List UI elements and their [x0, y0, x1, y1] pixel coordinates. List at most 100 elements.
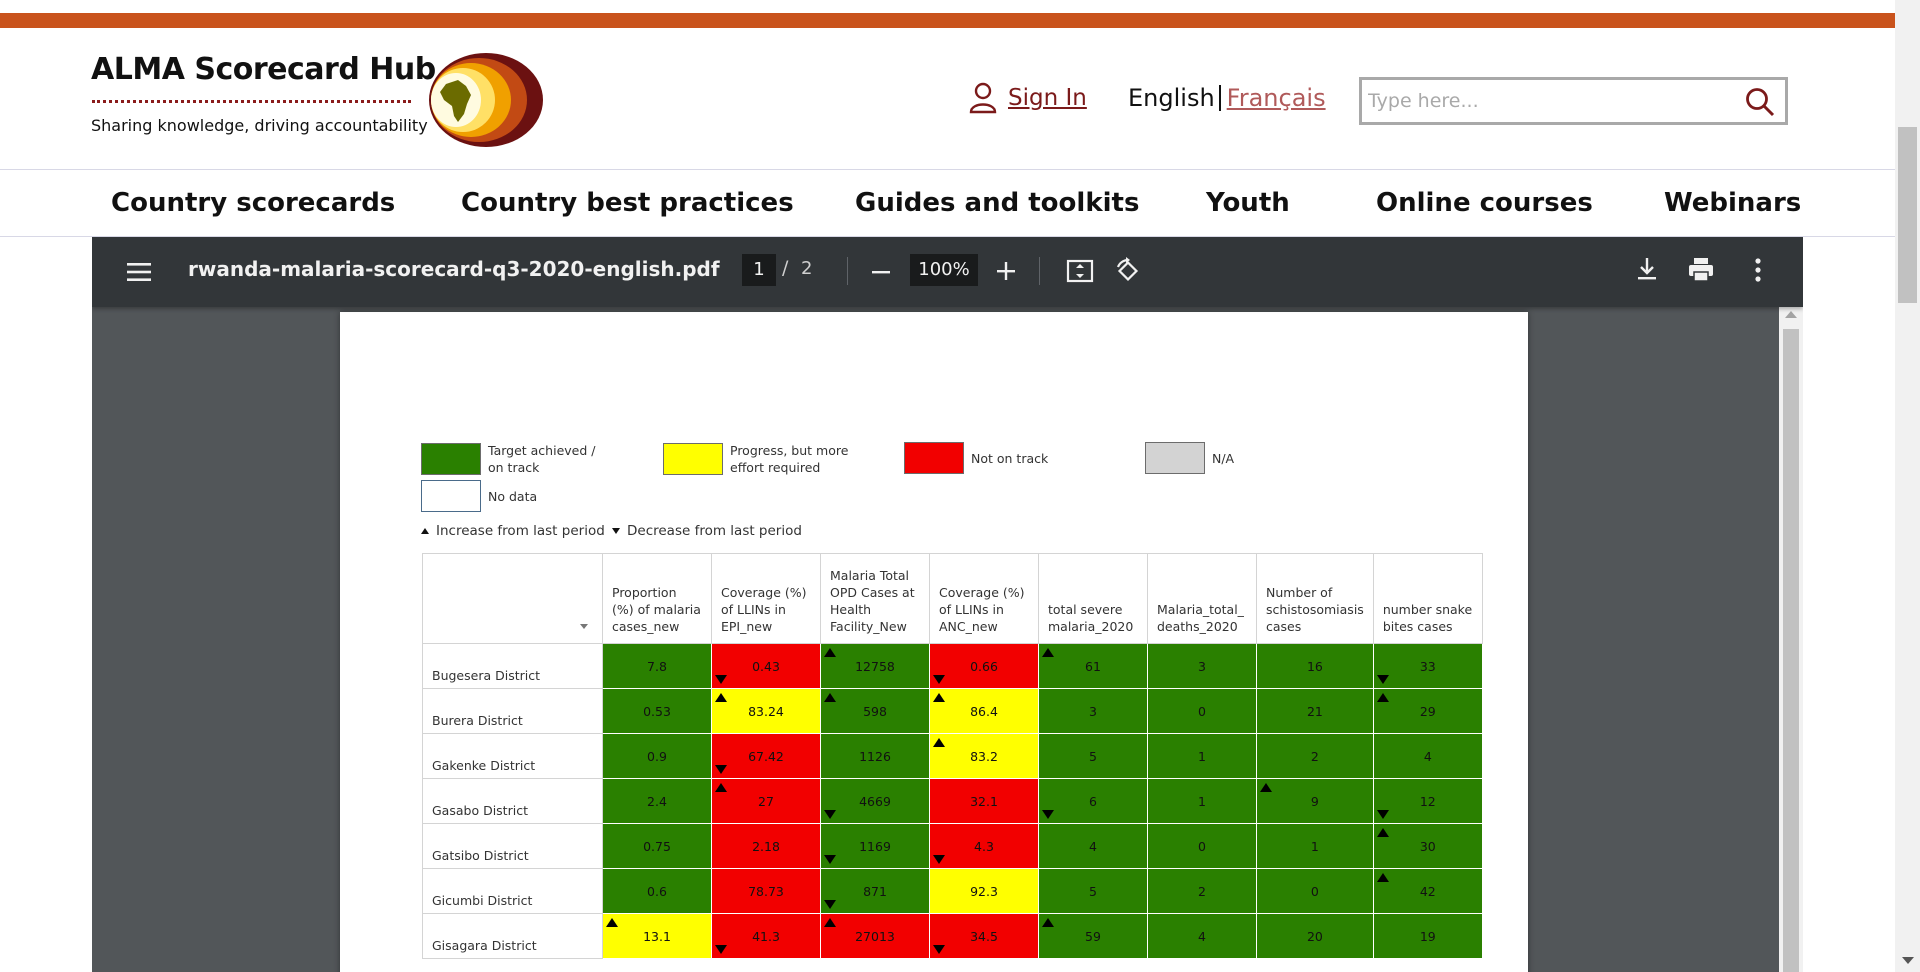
table-header[interactable]: Malaria Total OPD Cases at Health Facili…	[820, 553, 930, 644]
score-cell: 0.66	[929, 643, 1039, 689]
score-value: 0.6	[647, 883, 667, 899]
score-cell: 13.1	[602, 913, 712, 959]
legend-no-data-label: No data	[488, 488, 538, 504]
main-nav: Country scorecards Country best practice…	[0, 171, 1895, 237]
legend-progress-label: Progress, but more effort required	[730, 443, 849, 475]
brand-bar	[0, 13, 1895, 28]
table-header[interactable]: number snake bites cases	[1372, 553, 1483, 644]
language-french[interactable]: Français	[1227, 84, 1326, 112]
search-icon	[1746, 88, 1775, 117]
nav-webinars[interactable]: Webinars	[1664, 188, 1801, 218]
triangle-up-icon	[421, 528, 429, 534]
score-cell: 4	[1372, 733, 1483, 779]
score-value: 12758	[855, 658, 895, 674]
trend-up-icon	[933, 738, 945, 747]
score-value: 4	[1089, 838, 1097, 854]
nav-online-courses[interactable]: Online courses	[1376, 188, 1593, 218]
more-options-icon[interactable]	[1744, 255, 1772, 285]
zoom-out-icon[interactable]	[869, 260, 893, 284]
logo-title[interactable]: ALMA Scorecard Hub	[91, 52, 436, 87]
score-cell: 67.42	[711, 733, 821, 779]
nav-country-best-practices[interactable]: Country best practices	[461, 188, 794, 218]
legend-increase: Increase from last period	[421, 523, 605, 539]
sign-in-label[interactable]: Sign In	[1008, 85, 1087, 111]
legend-progress: Progress, but more effort required	[663, 442, 855, 476]
table-header[interactable]: total severe malaria_2020	[1038, 553, 1148, 644]
score-cell: 1	[1147, 733, 1257, 779]
score-cell: 4	[1147, 913, 1257, 959]
score-value: 33	[1419, 658, 1436, 674]
sign-in-link[interactable]: Sign In	[968, 82, 1087, 114]
score-cell: 0	[1147, 688, 1257, 734]
score-cell: 3	[1147, 643, 1257, 689]
score-value: 0	[1198, 703, 1206, 719]
page-total: 2	[801, 258, 813, 279]
score-value: 0	[1310, 883, 1319, 899]
africa-logo-icon[interactable]	[424, 50, 544, 154]
trend-up-icon	[933, 693, 945, 702]
search-input[interactable]	[1368, 87, 1738, 115]
score-value: 1	[1198, 748, 1206, 764]
score-cell: 16	[1256, 643, 1374, 689]
trend-down-icon	[1042, 810, 1054, 819]
fit-to-page-icon[interactable]	[1065, 256, 1095, 286]
table-header[interactable]: Proportion (%) of malaria cases_new	[602, 553, 712, 644]
page-number-input[interactable]: 1	[742, 254, 776, 286]
download-icon[interactable]	[1633, 255, 1661, 283]
sort-caret-icon[interactable]	[580, 624, 588, 629]
score-cell: 5	[1038, 868, 1148, 914]
score-value: 92.3	[970, 883, 998, 899]
score-value: 2.18	[752, 838, 780, 854]
score-value: 30	[1419, 838, 1436, 854]
legend-swatch-red	[904, 442, 964, 474]
score-value: 59	[1085, 928, 1101, 944]
table-header[interactable]: Coverage (%) of LLINs in EPI_new	[711, 553, 821, 644]
page-scrollbar[interactable]	[1895, 0, 1920, 972]
zoom-in-icon[interactable]	[994, 259, 1018, 283]
search-button[interactable]	[1743, 86, 1777, 118]
score-cell: 6	[1038, 778, 1148, 824]
nav-country-scorecards[interactable]: Country scorecards	[111, 188, 395, 218]
legend-decrease-label: Decrease from last period	[627, 523, 802, 539]
scorecard-body: Bugesera District 7.8 0.43 12758 0.66 61 3 16 33…	[422, 643, 1483, 959]
score-value: 0.43	[752, 658, 780, 674]
nav-guides-toolkits[interactable]: Guides and toolkits	[855, 188, 1139, 218]
trend-up-icon	[606, 918, 618, 927]
score-cell: 871	[820, 868, 930, 914]
table-header[interactable]: Coverage (%) of LLINs in ANC_new	[929, 553, 1039, 644]
legend-not-on-track: Not on track	[904, 442, 1048, 474]
score-value: 0.66	[970, 658, 998, 674]
district-name: Gicumbi District	[422, 868, 603, 914]
score-cell: 20	[1256, 913, 1374, 959]
table-header-district[interactable]	[422, 553, 603, 644]
score-value: 20	[1306, 928, 1323, 944]
zoom-level-input[interactable]: 100%	[910, 254, 978, 286]
table-row: Gisagara District 13.1 41.3 27013 34.5 59 4 20 1…	[422, 913, 1483, 959]
trend-down-icon	[824, 855, 836, 864]
scroll-up-arrow-icon[interactable]	[1785, 311, 1797, 318]
trend-down-icon	[715, 765, 727, 774]
table-header[interactable]: Number of schistosomiasis cases	[1256, 553, 1374, 644]
score-cell: 4.3	[929, 823, 1039, 869]
score-cell: 0.9	[602, 733, 712, 779]
pdf-file-name: rwanda-malaria-scorecard-q3-2020-english…	[188, 257, 720, 281]
scroll-down-arrow-icon[interactable]	[1902, 957, 1914, 964]
pdf-scrollbar-thumb[interactable]	[1783, 329, 1799, 972]
print-icon[interactable]	[1686, 255, 1716, 285]
score-cell: 0.6	[602, 868, 712, 914]
page-scrollbar-thumb[interactable]	[1898, 127, 1917, 303]
score-value: 86.4	[970, 703, 998, 719]
score-value: 27013	[855, 928, 895, 944]
logo-divider	[92, 100, 411, 103]
table-header[interactable]: Malaria_total_ deaths_2020	[1147, 553, 1257, 644]
trend-down-icon	[824, 810, 836, 819]
pdf-scrollbar[interactable]	[1779, 307, 1803, 972]
menu-icon[interactable]	[126, 259, 152, 285]
nav-youth[interactable]: Youth	[1206, 188, 1290, 218]
page: ALMA Scorecard Hub Sharing knowledge, dr…	[0, 0, 1920, 972]
score-value: 2.4	[647, 793, 667, 809]
legend-swatch-white	[421, 480, 481, 512]
score-cell: 0	[1147, 823, 1257, 869]
rotate-icon[interactable]	[1112, 255, 1144, 287]
language-english[interactable]: English	[1128, 84, 1215, 112]
